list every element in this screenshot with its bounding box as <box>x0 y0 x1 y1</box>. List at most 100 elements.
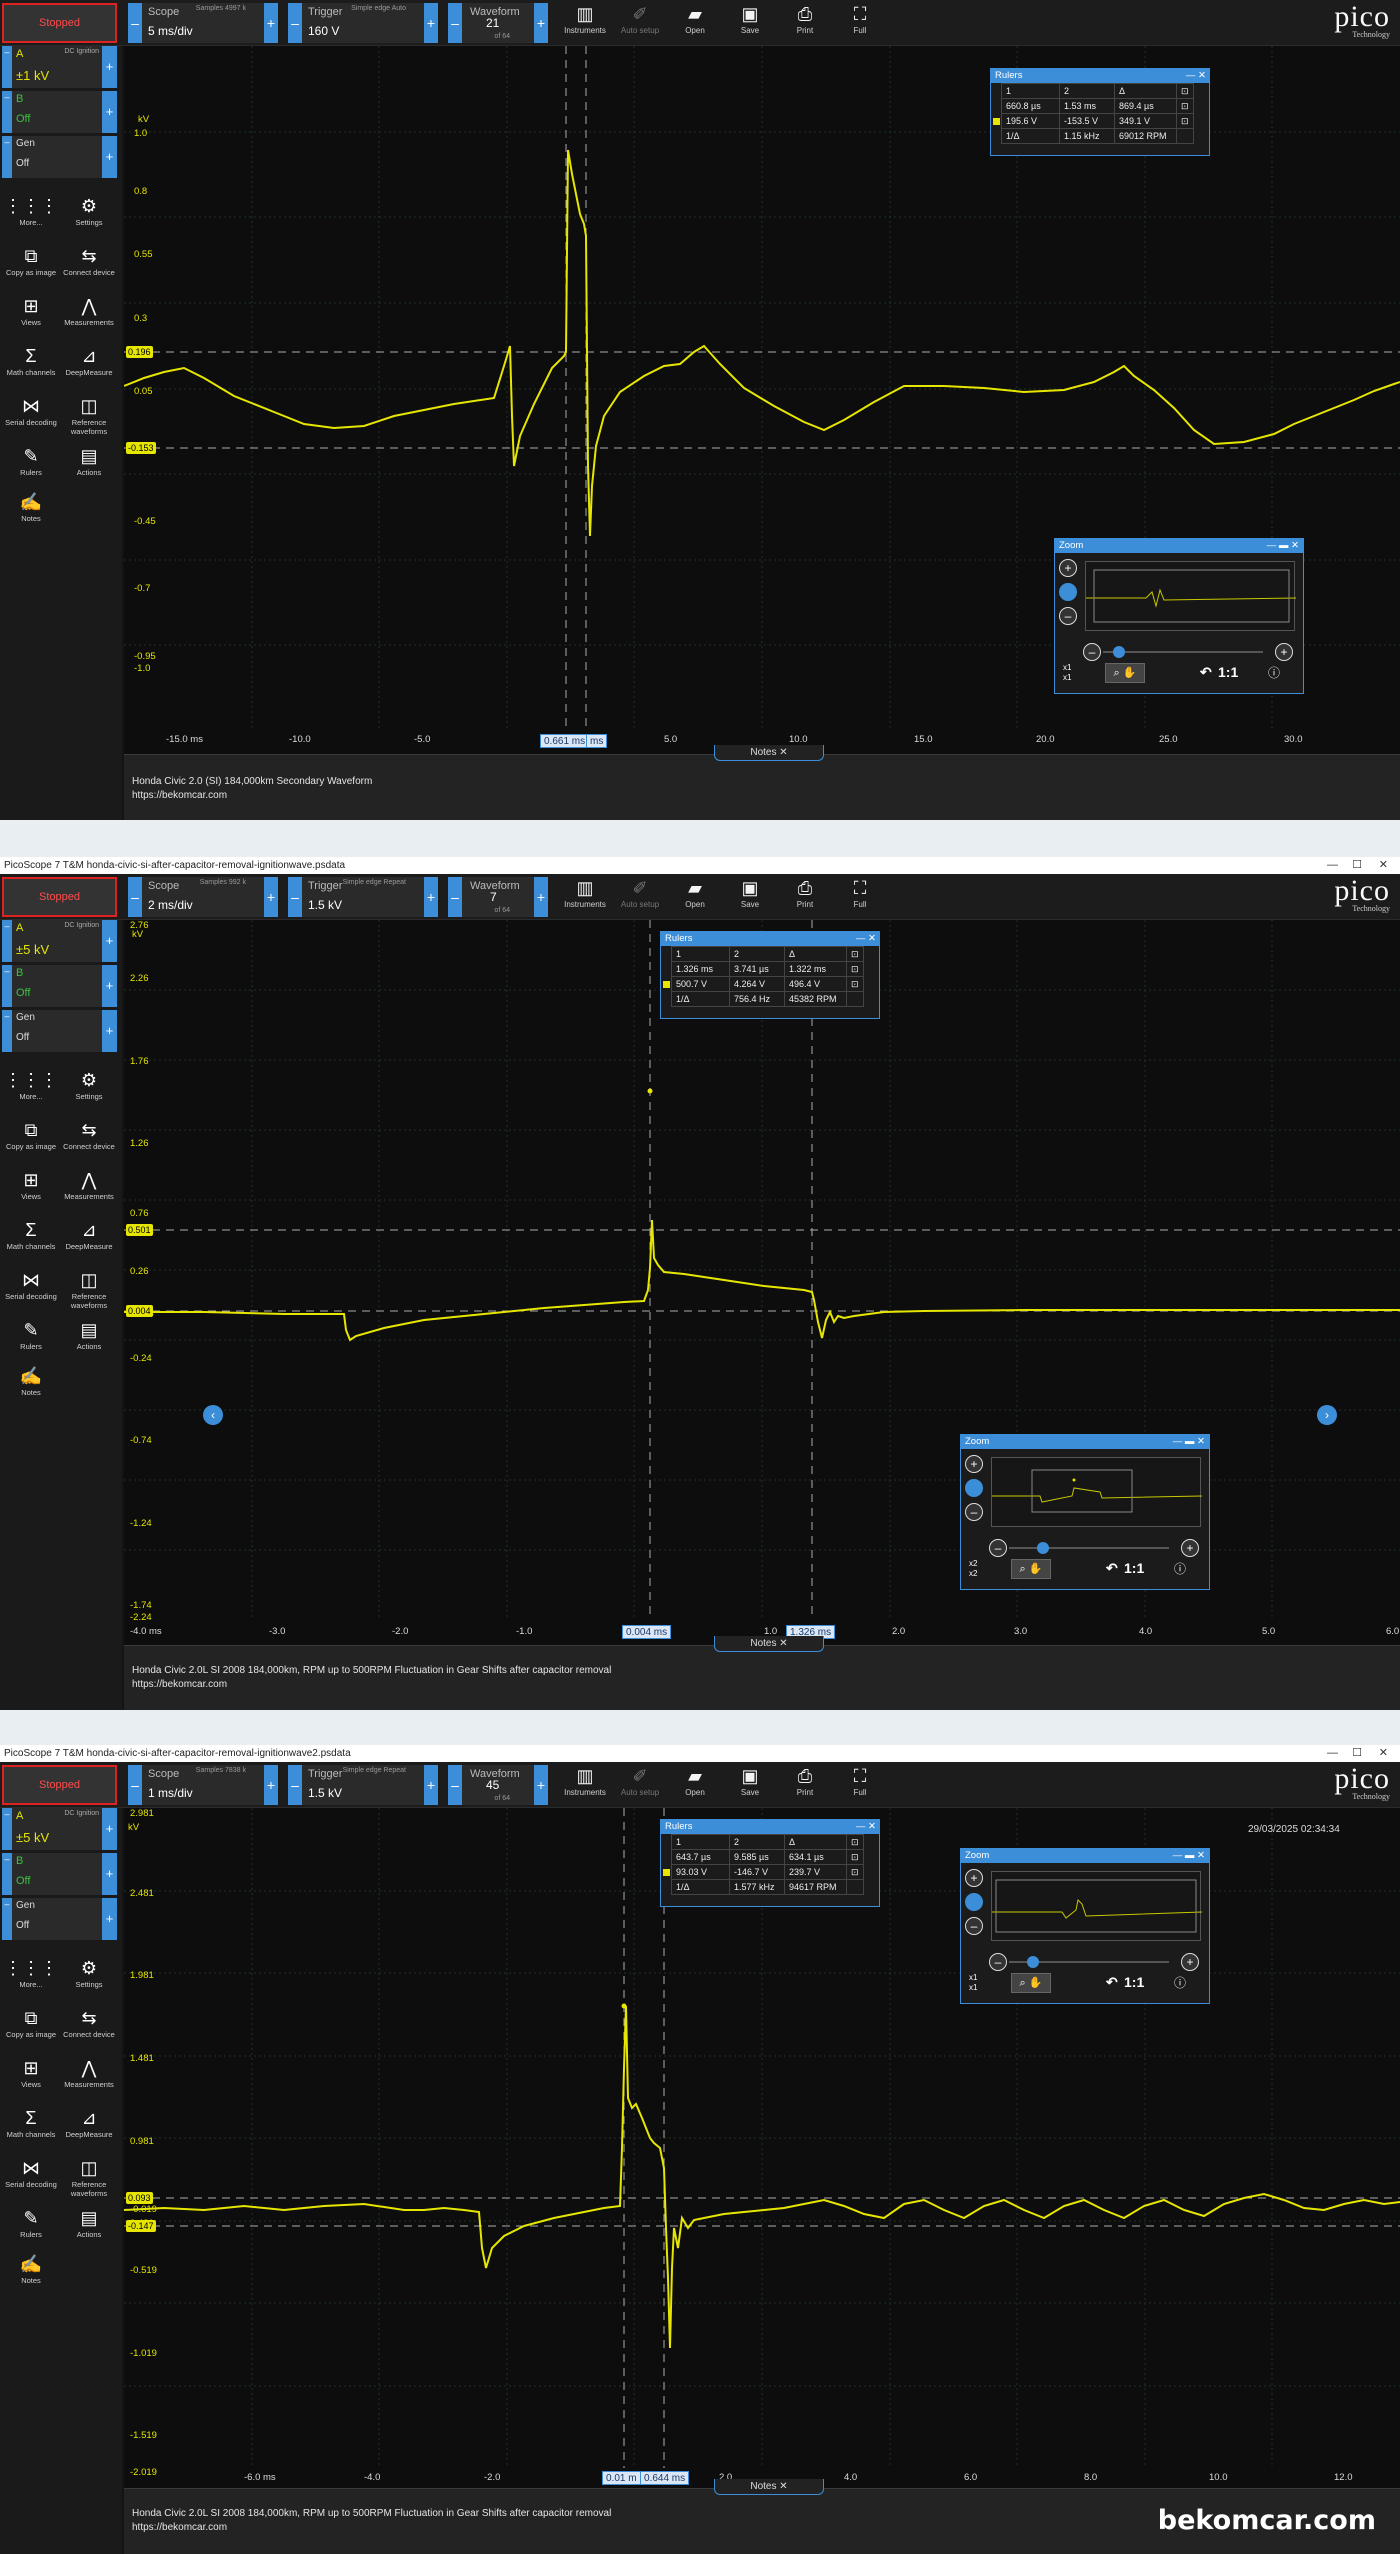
close-icon[interactable]: ✕ <box>1379 857 1388 874</box>
close-icon[interactable]: — ✕ <box>856 1820 876 1834</box>
zoom-minus-icon[interactable]: – <box>1083 643 1101 661</box>
magnifier-icon[interactable]: ⌕ <box>1020 1977 1026 1989</box>
save-button[interactable]: ▣ Save <box>725 878 775 916</box>
zoom-overview[interactable] <box>991 1457 1202 1527</box>
tool-deepmeasure[interactable]: ⊿ DeepMeasure <box>60 2106 118 2151</box>
tool-reference[interactable]: ◫ Reference waveforms <box>60 1268 118 1313</box>
stop-button[interactable]: Stopped <box>2 3 117 43</box>
tool-settings[interactable]: ⚙ Settings <box>60 194 118 239</box>
next-waveform-icon[interactable]: › <box>1317 1405 1337 1425</box>
tool-math[interactable]: Σ Math channels <box>2 1218 60 1263</box>
zoom-plus-icon[interactable]: + <box>1275 643 1293 661</box>
save-button[interactable]: ▣ Save <box>725 4 775 42</box>
stop-button[interactable]: Stopped <box>2 877 117 917</box>
generator[interactable]: – Gen Off + <box>2 136 117 178</box>
zoom-ratio[interactable]: 1:1 <box>1124 1560 1144 1576</box>
zoom-in-icon[interactable]: + <box>965 1869 983 1887</box>
generator[interactable]: – Gen Off + <box>2 1898 117 1940</box>
undo-zoom-icon[interactable]: ↶ <box>1106 1974 1118 1991</box>
tool-reference[interactable]: ◫ Reference waveforms <box>60 2156 118 2201</box>
zoom-out-icon[interactable]: – <box>965 1917 983 1935</box>
auto-setup-button[interactable]: ✐ Auto setup <box>615 1766 665 1804</box>
ruler-2-label[interactable]: ms <box>586 734 608 748</box>
tool-serial[interactable]: ⋈ Serial decoding <box>2 2156 60 2201</box>
zoom-slider-knob[interactable] <box>965 1479 983 1497</box>
tool-connect[interactable]: ⇆ Connect device <box>60 1118 118 1163</box>
trigger-control[interactable]: – Trigger 1.5 kV Simple edge Repeat + <box>288 1765 438 1805</box>
scope-control[interactable]: – Scope 1 ms/div Samples 7838 k + <box>128 1765 278 1805</box>
tool-rulers[interactable]: ✎ Rulers <box>2 444 60 489</box>
full-screen-button[interactable]: ⛶ Full <box>835 4 885 42</box>
channel-b[interactable]: – B Off + <box>2 965 117 1007</box>
tool-measurements[interactable]: ⋀ Measurements <box>60 2056 118 2101</box>
open-button[interactable]: ▰ Open <box>670 4 720 42</box>
close-icon[interactable]: ✕ <box>1379 1745 1388 1762</box>
hand-icon[interactable]: ✋ <box>1029 1563 1043 1575</box>
channel-a[interactable]: – A ±1 kV DC Ignition + <box>2 46 117 88</box>
waveform-plot[interactable]: kV 2.9812.4811.9811.4810.9810.4810.093-0… <box>124 1808 1400 2488</box>
zoom-plus-icon[interactable]: + <box>1181 1539 1199 1557</box>
zoom-slider-knob[interactable] <box>965 1893 983 1911</box>
zoom-in-icon[interactable]: + <box>1059 559 1077 577</box>
full-screen-button[interactable]: ⛶ Full <box>835 878 885 916</box>
channel-b[interactable]: – B Off + <box>2 1853 117 1895</box>
zoom-ratio[interactable]: 1:1 <box>1218 664 1238 680</box>
trigger-control[interactable]: – Trigger 160 V Simple edge Auto + <box>288 3 438 43</box>
tool-deepmeasure[interactable]: ⊿ DeepMeasure <box>60 344 118 389</box>
tool-settings[interactable]: ⚙ Settings <box>60 1956 118 2001</box>
tool-rulers[interactable]: ✎ Rulers <box>2 1318 60 1363</box>
notes-bar[interactable]: Notes ✕ Honda Civic 2.0L SI 2008 184,000… <box>124 1636 1400 1710</box>
notes-text[interactable]: Honda Civic 2.0 (SI) 184,000km Secondary… <box>132 775 372 803</box>
close-icon[interactable]: — ✕ <box>1186 69 1206 83</box>
zoom-minus-icon[interactable]: – <box>989 1539 1007 1557</box>
minimize-icon[interactable]: — <box>1327 1745 1338 1762</box>
rulers-panel[interactable]: Rulers — ✕ 1 2 Δ ⊡ 643.7 µs 9.585 µs 634.1 µs ⊡… <box>660 1819 880 1907</box>
tool-notes[interactable]: ✍ Notes <box>2 1364 60 1409</box>
ruler-1-label[interactable]: 0.661 ms <box>540 734 590 748</box>
save-button[interactable]: ▣ Save <box>725 1766 775 1804</box>
close-icon[interactable]: — ▬ ✕ <box>1173 1435 1205 1449</box>
zoom-tool-group[interactable]: ⌕ ✋ <box>1105 663 1145 683</box>
waveform-control[interactable]: – Waveform 45 of 64 + <box>448 1765 548 1805</box>
tool-serial[interactable]: ⋈ Serial decoding <box>2 1268 60 1313</box>
info-icon[interactable]: ⓘ <box>1174 1560 1186 1577</box>
tool-notes[interactable]: ✍ Notes <box>2 2252 60 2297</box>
print-button[interactable]: ⎙ Print <box>780 878 830 916</box>
tool-more[interactable]: ⋮⋮⋮ More... <box>2 1068 60 1113</box>
tool-settings[interactable]: ⚙ Settings <box>60 1068 118 1113</box>
tool-actions[interactable]: ▤ Actions <box>60 2206 118 2251</box>
tool-connect[interactable]: ⇆ Connect device <box>60 244 118 289</box>
zoom-panel[interactable]: Zoom — ▬ ✕ + – – + x2 x2 ⌕ ✋ ↶ 1:1 ⓘ <box>960 1434 1210 1590</box>
undo-zoom-icon[interactable]: ↶ <box>1200 664 1212 681</box>
tool-views[interactable]: ⊞ Views <box>2 2056 60 2101</box>
maximize-icon[interactable]: ☐ <box>1352 1745 1362 1762</box>
zoom-out-icon[interactable]: – <box>965 1503 983 1521</box>
close-icon[interactable]: — ✕ <box>856 932 876 946</box>
tool-copy-image[interactable]: ⧉ Copy as image <box>2 244 60 289</box>
channel-a[interactable]: – A ±5 kV DC Ignition + <box>2 920 117 962</box>
ruler-1-label[interactable]: 0.004 ms <box>622 1625 672 1639</box>
instruments-button[interactable]: ▥ Instruments <box>560 1766 610 1804</box>
ruler-1-label[interactable]: 0.01 m <box>602 2471 641 2485</box>
auto-setup-button[interactable]: ✐ Auto setup <box>615 878 665 916</box>
waveform-plot[interactable]: kV 1.00.80.550.30.05-0.2-0.45-0.7-0.95-1… <box>124 46 1400 754</box>
zoom-plus-icon[interactable]: + <box>1181 1953 1199 1971</box>
zoom-tool-group[interactable]: ⌕ ✋ <box>1011 1559 1051 1579</box>
tool-math[interactable]: Σ Math channels <box>2 344 60 389</box>
open-button[interactable]: ▰ Open <box>670 1766 720 1804</box>
tool-rulers[interactable]: ✎ Rulers <box>2 2206 60 2251</box>
info-icon[interactable]: ⓘ <box>1268 664 1280 681</box>
level-label-lo[interactable]: -0.153 <box>126 442 156 454</box>
tool-measurements[interactable]: ⋀ Measurements <box>60 1168 118 1213</box>
zoom-slider[interactable] <box>1037 1542 1049 1554</box>
undo-zoom-icon[interactable]: ↶ <box>1106 1560 1118 1577</box>
rulers-panel[interactable]: Rulers — ✕ 1 2 Δ ⊡ 660.8 µs 1.53 ms 869.4 µs ⊡ … <box>990 68 1210 156</box>
magnifier-icon[interactable]: ⌕ <box>1114 667 1120 679</box>
tool-connect[interactable]: ⇆ Connect device <box>60 2006 118 2051</box>
waveform-control[interactable]: – Waveform 21 of 64 + <box>448 3 548 43</box>
scope-control[interactable]: – Scope 2 ms/div Samples 992 k + <box>128 877 278 917</box>
tool-notes[interactable]: ✍ Notes <box>2 490 60 535</box>
level-label-hi[interactable]: 0.196 <box>126 346 153 358</box>
tool-views[interactable]: ⊞ Views <box>2 1168 60 1213</box>
close-icon[interactable]: — ▬ ✕ <box>1267 539 1299 553</box>
